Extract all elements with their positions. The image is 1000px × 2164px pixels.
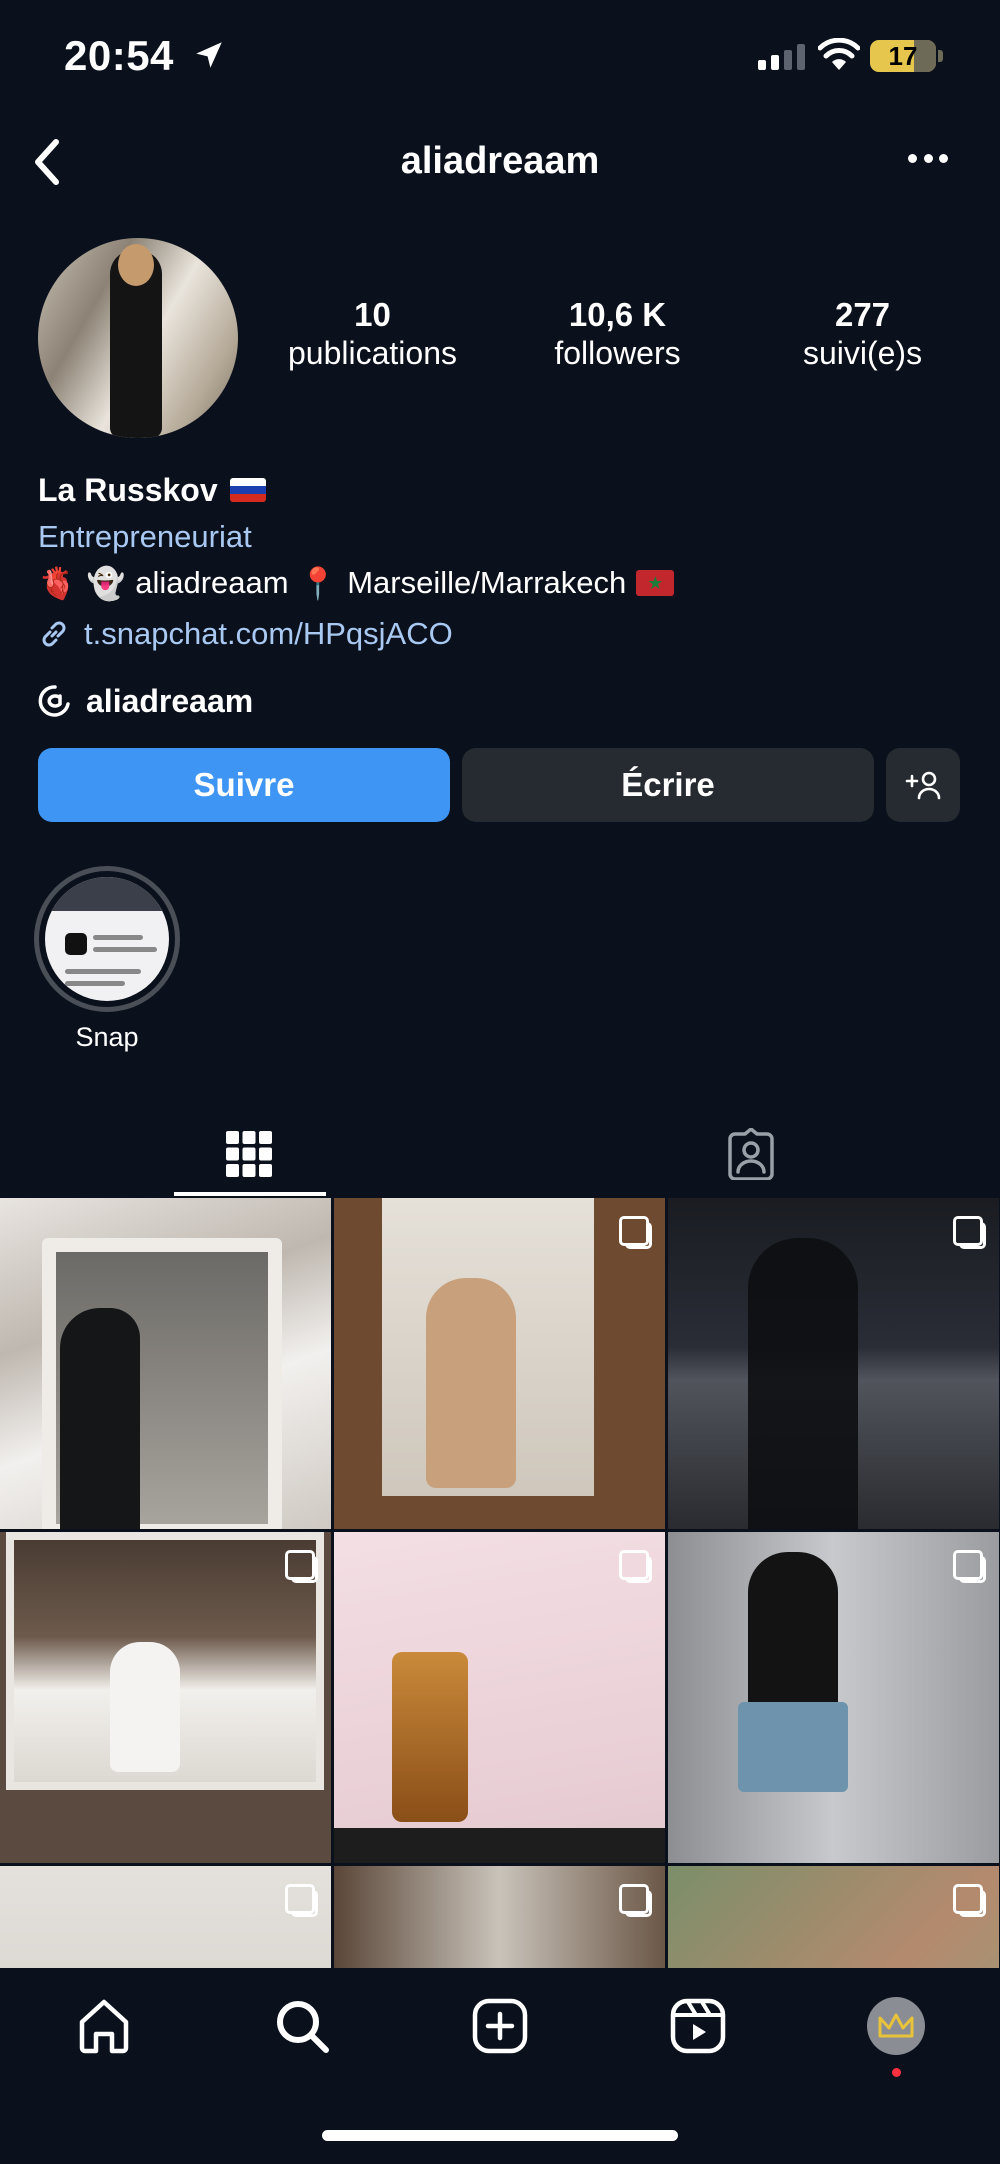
bio-link[interactable]: t.snapchat.com/HPqsjACO — [38, 606, 978, 662]
bio-link-text: t.snapchat.com/HPqsjACO — [84, 616, 453, 651]
cellular-signal-icon — [758, 44, 805, 70]
post-thumbnail[interactable] — [0, 1198, 331, 1529]
status-time: 20:54 — [64, 32, 174, 79]
tagged-person-icon — [728, 1128, 774, 1180]
follow-button[interactable]: Suivre — [38, 748, 450, 822]
nav-home[interactable] — [68, 1990, 140, 2062]
stat-followers[interactable]: 10,6 K followers — [495, 296, 740, 372]
anatomical-heart-icon: 🫀 — [38, 565, 77, 601]
threads-icon — [38, 685, 70, 717]
threads-badge[interactable]: aliadreaam — [38, 676, 978, 726]
profile-actions: Suivre Écrire — [38, 748, 962, 822]
post-thumbnail[interactable] — [334, 1198, 665, 1529]
home-indicator — [322, 2130, 678, 2141]
profile-name: La Russkov — [38, 471, 218, 508]
multi-post-icon — [285, 1550, 318, 1583]
wifi-icon — [818, 38, 860, 70]
highlight-ring — [34, 866, 180, 1012]
multi-post-icon — [953, 1216, 986, 1249]
post-thumbnail[interactable] — [334, 1866, 665, 1968]
suggest-people-button[interactable] — [886, 748, 960, 822]
multi-post-icon — [619, 1216, 652, 1249]
profile-category: Entrepreneuriat — [38, 519, 252, 554]
add-post-icon — [472, 1998, 528, 2054]
location-arrow-icon — [196, 42, 222, 68]
status-bar: 20:54 17 — [0, 0, 1000, 110]
ghost-icon: 👻 — [86, 565, 126, 601]
multi-post-icon — [953, 1884, 986, 1917]
threads-handle: aliadreaam — [86, 682, 254, 719]
post-thumbnail[interactable] — [668, 1866, 999, 1968]
search-icon — [277, 2001, 329, 2053]
multi-post-icon — [619, 1884, 652, 1917]
story-highlight[interactable]: Snap — [34, 866, 180, 1053]
profile-avatar-small — [867, 1997, 925, 2055]
nav-search[interactable] — [266, 1990, 338, 2062]
stat-label: followers — [554, 335, 681, 371]
profile-header: aliadreaam — [0, 130, 1000, 194]
highlight-thumbnail — [45, 877, 169, 1001]
stat-number: 10,6 K — [568, 296, 667, 333]
content-tabs — [0, 1110, 1000, 1198]
profile-bio: La Russkov Entrepreneuriat 🫀 👻 aliadreaa… — [38, 466, 978, 726]
multi-post-icon — [285, 1884, 318, 1917]
link-icon — [42, 621, 66, 647]
tab-posts-grid[interactable] — [174, 1110, 324, 1198]
page-title: aliadreaam — [400, 140, 600, 182]
profile-avatar[interactable] — [38, 238, 238, 438]
more-options-icon[interactable] — [908, 154, 948, 166]
add-person-icon — [905, 771, 941, 800]
nav-profile[interactable] — [860, 1990, 932, 2062]
posts-grid — [0, 1198, 1000, 1968]
nav-create[interactable] — [464, 1990, 536, 2062]
post-thumbnail[interactable] — [668, 1532, 999, 1863]
stat-number: 277 — [834, 296, 891, 333]
battery-level: 17 — [888, 40, 918, 71]
profile-name-row: La Russkov — [38, 466, 978, 514]
post-thumbnail[interactable] — [334, 1532, 665, 1863]
home-icon — [79, 1999, 129, 2054]
battery-icon: 17 — [870, 40, 936, 72]
reels-icon — [670, 1998, 726, 2054]
bio-handle: aliadreaam — [135, 565, 289, 600]
pin-icon: 📍 — [298, 565, 338, 601]
stat-label: publications — [288, 335, 457, 371]
post-thumbnail[interactable] — [0, 1532, 331, 1863]
post-thumbnail[interactable] — [0, 1866, 331, 1968]
russia-flag-icon — [229, 478, 266, 502]
tab-tagged[interactable] — [676, 1110, 826, 1198]
multi-post-icon — [953, 1550, 986, 1583]
stat-number: 10 — [354, 296, 391, 333]
notification-dot — [892, 2068, 901, 2077]
post-thumbnail[interactable] — [668, 1198, 999, 1529]
profile-stats: 10 publications 10,6 K followers 277 sui… — [250, 296, 990, 372]
active-tab-indicator — [174, 1192, 326, 1196]
nav-reels[interactable] — [662, 1990, 734, 2062]
bio-location: Marseille/Marrakech — [347, 565, 627, 600]
message-button[interactable]: Écrire — [462, 748, 874, 822]
morocco-flag-icon: ★ — [636, 570, 675, 596]
grid-icon — [226, 1131, 272, 1177]
multi-post-icon — [619, 1550, 652, 1583]
stat-following[interactable]: 277 suivi(e)s — [740, 296, 985, 372]
stat-label: suivi(e)s — [802, 335, 923, 371]
stat-publications[interactable]: 10 publications — [250, 296, 495, 372]
battery-tip — [938, 50, 943, 62]
highlight-label: Snap — [75, 1022, 139, 1052]
crown-icon — [878, 2013, 914, 2038]
bio-line: 🫀 👻 aliadreaam 📍 Marseille/Marrakech ★ — [38, 560, 978, 606]
